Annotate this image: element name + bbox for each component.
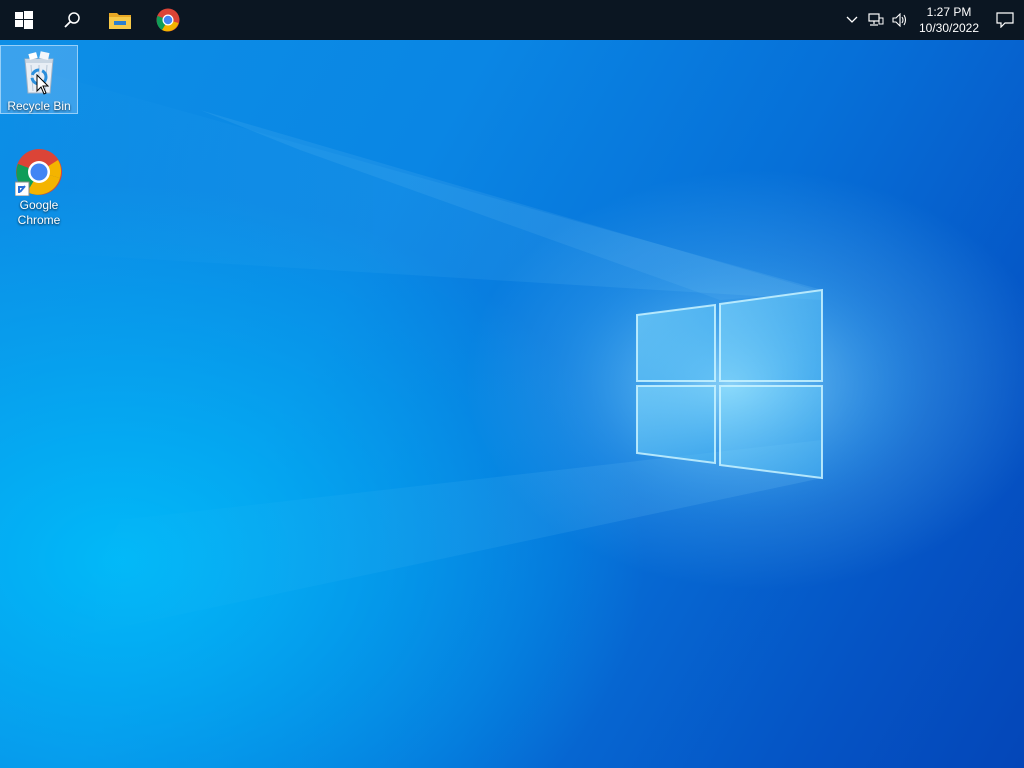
taskbar: 1:27 PM 10/30/2022	[0, 0, 1024, 40]
volume-icon	[892, 13, 907, 27]
wallpaper	[0, 60, 930, 640]
windows-start-icon	[15, 11, 33, 29]
chrome-shortcut-icon	[14, 148, 63, 197]
network-icon	[868, 13, 884, 26]
show-hidden-icons-button[interactable]	[840, 0, 864, 40]
mouse-cursor-icon	[36, 74, 50, 95]
clock-time: 1:27 PM	[926, 5, 972, 19]
google-chrome-desktop-icon[interactable]: Google Chrome	[1, 145, 77, 229]
google-chrome-label: Google Chrome	[17, 198, 61, 227]
network-button[interactable]	[864, 0, 888, 40]
windows-logo	[636, 288, 823, 480]
taskbar-google-chrome[interactable]	[144, 0, 192, 40]
clock[interactable]: 1:27 PM 10/30/2022	[916, 4, 982, 36]
start-button[interactable]	[0, 0, 48, 40]
taskbar-file-explorer[interactable]	[96, 0, 144, 40]
search-button[interactable]	[48, 0, 96, 40]
action-center-icon	[996, 12, 1014, 28]
action-center-button[interactable]	[986, 0, 1024, 40]
search-icon	[64, 12, 80, 28]
desktop[interactable]: Recycle Bin Google Chrome 1:27 PM 10/30/…	[0, 0, 1024, 768]
volume-button[interactable]	[888, 0, 912, 40]
chevron-up-icon	[846, 16, 858, 23]
chrome-icon	[156, 8, 180, 32]
clock-date: 10/30/2022	[918, 21, 980, 35]
recycle-bin-label: Recycle Bin	[7, 99, 71, 113]
folder-icon	[109, 13, 131, 29]
system-tray: 1:27 PM 10/30/2022	[840, 0, 1024, 40]
